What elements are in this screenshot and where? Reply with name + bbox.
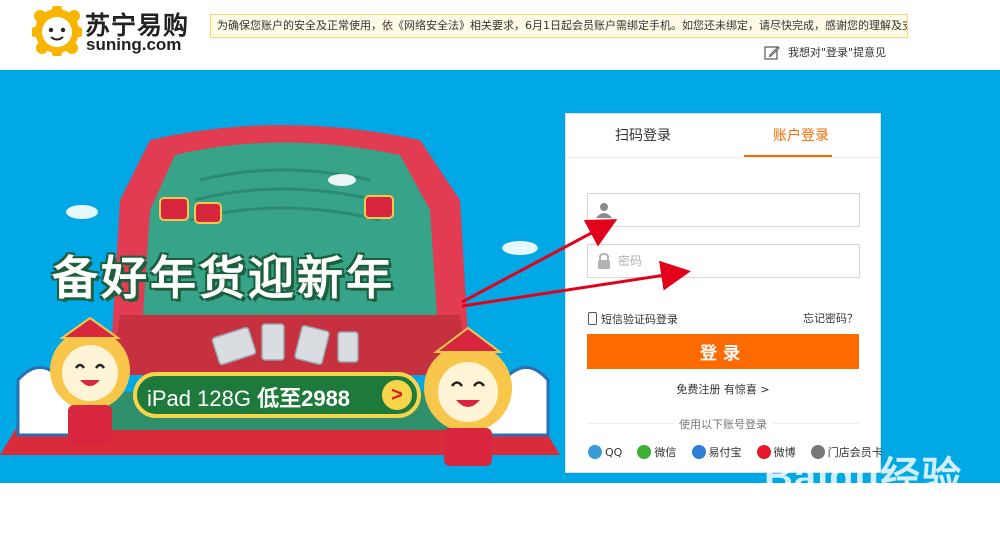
promo-arrow-icon: > <box>382 380 412 410</box>
yifubao-login-button[interactable]: 易付宝 <box>691 445 742 461</box>
site-header: 苏宁易购 suning.com 为确保您账户的安全及正常使用，依《网络安全法》相… <box>0 0 1000 70</box>
login-panel: 扫码登录 账户登录 短信验证码登录 忘记密码？ 登录 免费注册 有惊喜 > 使用… <box>565 113 883 473</box>
login-tabs: 扫码登录 账户登录 <box>566 114 880 158</box>
wechat-icon <box>637 445 652 459</box>
wechat-label: 微信 <box>654 446 677 459</box>
edit-icon <box>764 46 780 60</box>
user-icon <box>596 203 612 218</box>
password-field[interactable] <box>587 244 860 278</box>
phone-binding-notice: 为确保您账户的安全及正常使用，依《网络安全法》相关要求，6月1日起会员账户需绑定… <box>210 14 908 38</box>
qq-icon <box>588 445 602 459</box>
promo-banner: 备好年货迎新年 iPad 128G 低至2988 > 扫码登录 账户登录 短信验… <box>0 70 1000 523</box>
banner-headline: 备好年货迎新年 <box>52 251 395 305</box>
lion-logo-icon <box>32 6 82 56</box>
other-accounts-label: 使用以下账号登录 <box>566 416 880 432</box>
yifubao-label: 易付宝 <box>708 446 742 459</box>
watermark-text: Baidu经验 <box>764 455 963 499</box>
watermark-url: jingyan.baidu.com <box>811 498 989 523</box>
sms-login-link[interactable]: 短信验证码登录 <box>588 312 678 327</box>
login-feedback-link[interactable]: 我想对"登录"提意见 <box>764 44 886 62</box>
login-button[interactable]: 登录 <box>587 334 859 369</box>
active-tab-indicator <box>744 155 832 157</box>
suning-logo[interactable]: 苏宁易购 suning.com <box>32 4 202 60</box>
logo-domain: suning.com <box>86 35 182 54</box>
username-input[interactable] <box>618 196 856 224</box>
feedback-label: 我想对"登录"提意见 <box>788 46 887 59</box>
other-accounts-text: 使用以下账号登录 <box>673 418 773 431</box>
promo-product: iPad 128G <box>147 386 251 411</box>
password-input[interactable] <box>618 247 856 275</box>
promo-price: 低至2988 <box>257 386 351 411</box>
qq-label: QQ <box>605 446 623 459</box>
wechat-login-button[interactable]: 微信 <box>637 445 676 461</box>
tab-qr-login[interactable]: 扫码登录 <box>615 128 671 158</box>
tab-account-login[interactable]: 账户登录 <box>773 128 829 158</box>
baidu-jingyan-watermark: Baidu经验 jingyan.baidu.com <box>756 440 989 535</box>
register-link[interactable]: 免费注册 有惊喜 > <box>566 381 880 397</box>
promo-label: iPad 128G 低至2988 <box>147 381 350 413</box>
phone-icon <box>588 312 597 325</box>
forgot-password-link[interactable]: 忘记密码？ <box>803 312 858 326</box>
yifubao-icon <box>691 445 706 459</box>
username-field[interactable] <box>587 193 860 227</box>
qq-login-button[interactable]: QQ <box>588 445 622 461</box>
ipad-promo-button[interactable]: iPad 128G 低至2988 > <box>133 372 421 418</box>
lock-icon <box>598 252 610 269</box>
sms-login-label: 短信验证码登录 <box>601 313 678 326</box>
